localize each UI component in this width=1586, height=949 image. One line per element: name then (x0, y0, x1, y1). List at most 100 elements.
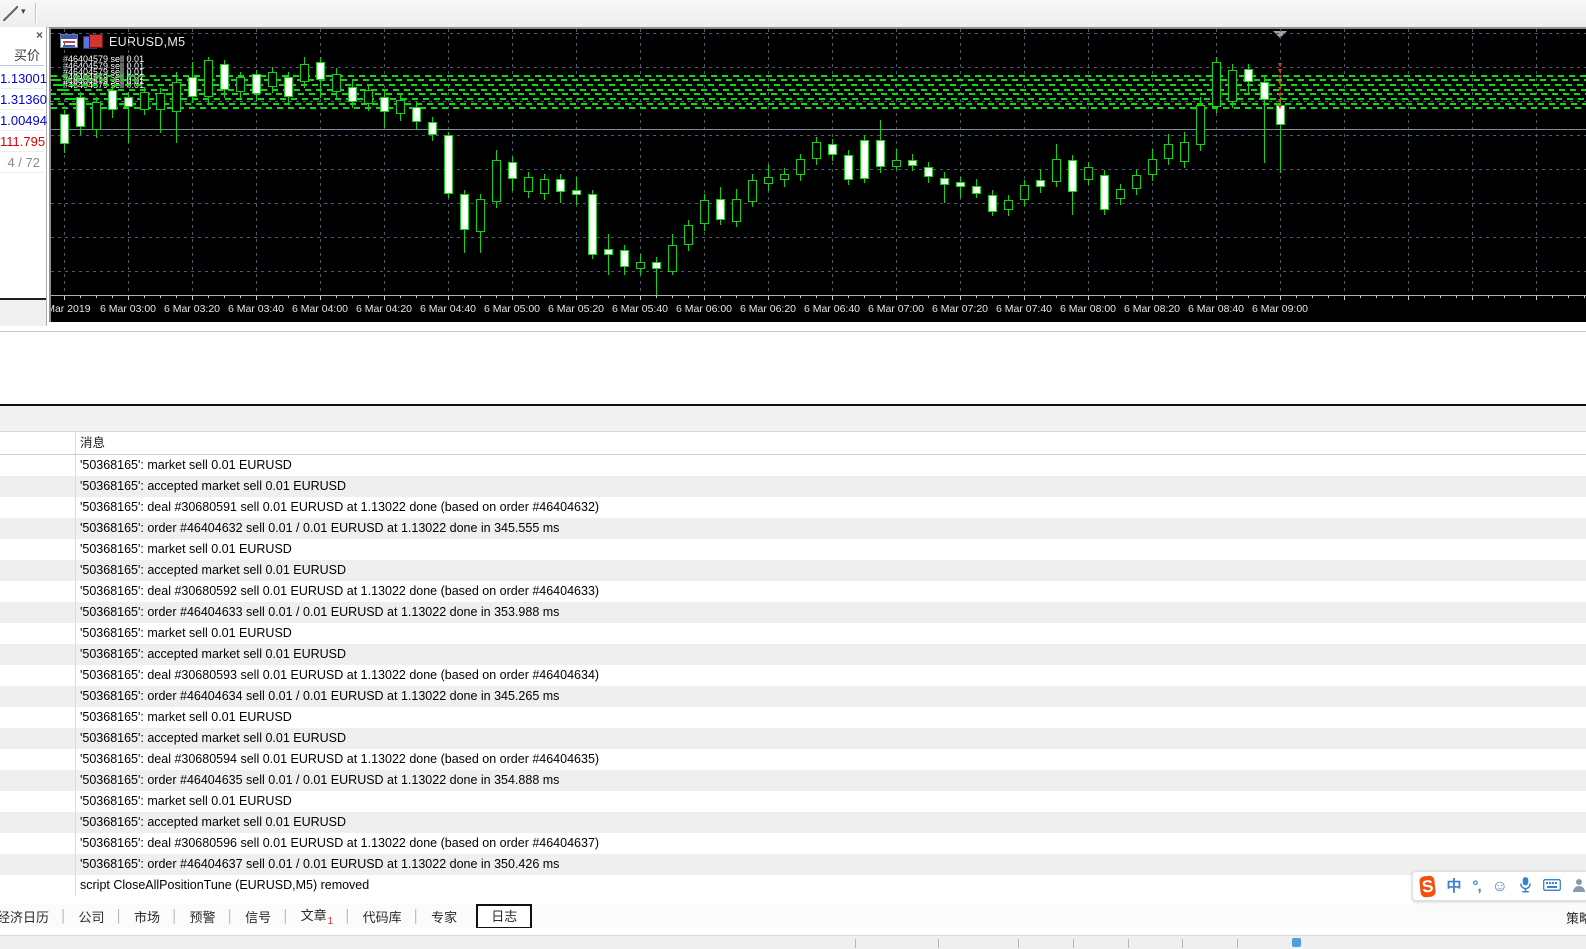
candle-body (652, 262, 661, 269)
journal-row-message: '50368165': market sell 0.01 EURUSD (80, 794, 292, 808)
journal-row[interactable]: '50368165': market sell 0.01 EURUSD (0, 623, 1586, 644)
candle-body (700, 200, 709, 224)
ime-punctuation-icon[interactable]: °, (1472, 879, 1481, 894)
journal-row[interactable]: '50368165': order #46404635 sell 0.01 / … (0, 770, 1586, 791)
status-cell-separator (855, 939, 856, 948)
one-click-trading-icon[interactable] (83, 34, 103, 49)
candle-body (300, 64, 309, 82)
candle-body (812, 142, 821, 159)
journal-row[interactable]: '50368165': accepted market sell 0.01 EU… (0, 812, 1586, 833)
journal-row[interactable]: '50368165': accepted market sell 0.01 EU… (0, 728, 1586, 749)
candle-body (508, 162, 517, 179)
quote-bid-value[interactable]: 111.795 (0, 131, 45, 152)
journal-row[interactable]: '50368165': market sell 0.01 EURUSD (0, 707, 1586, 728)
depth-of-market-icon[interactable] (60, 34, 78, 48)
tab-3[interactable]: 预警 (179, 907, 227, 926)
journal-row[interactable]: script CloseAllPositionTune (EURUSD,M5) … (0, 875, 1586, 896)
journal-row[interactable]: '50368165': order #46404632 sell 0.01 / … (0, 518, 1586, 539)
journal-row[interactable]: '50368165': deal #30680593 sell 0.01 EUR… (0, 665, 1586, 686)
journal-row[interactable]: '50368165': accepted market sell 0.01 EU… (0, 560, 1586, 581)
candle-body (492, 160, 501, 202)
candle-body (108, 90, 117, 110)
journal-row[interactable]: '50368165': order #46404637 sell 0.01 / … (0, 854, 1586, 875)
journal-row[interactable]: '50368165': deal #30680596 sell 0.01 EUR… (0, 833, 1586, 854)
tab-journal-active[interactable]: 日志 (476, 903, 533, 929)
tab-4[interactable]: 信号 (234, 907, 282, 926)
axis-tick (208, 296, 209, 298)
axis-tick (1040, 296, 1041, 298)
tab-5[interactable]: 文章1 (290, 905, 345, 927)
journal-row[interactable]: '50368165': deal #30680591 sell 0.01 EUR… (0, 497, 1586, 518)
tab-divider: │ (344, 909, 352, 923)
candle-body (588, 194, 597, 255)
ime-microphone-icon[interactable] (1519, 876, 1532, 896)
axis-tick (400, 296, 401, 298)
market-watch-panel: × 买价 1.13001 1.31360 1.00494 111.795 4 / 72 (0, 27, 47, 326)
journal-row-time-cell (0, 560, 76, 581)
journal-row[interactable]: '50368165': order #46404634 sell 0.01 / … (0, 686, 1586, 707)
axis-tick (688, 296, 689, 298)
journal-row[interactable]: '50368165': market sell 0.01 EURUSD (0, 539, 1586, 560)
journal-row-time-cell (0, 770, 76, 791)
journal-row[interactable]: '50368165': market sell 0.01 EURUSD (0, 791, 1586, 812)
journal-row[interactable]: '50368165': order #46404633 sell 0.01 / … (0, 602, 1586, 623)
axis-tick (448, 296, 449, 300)
candle-body (1180, 142, 1189, 162)
quote-bid-value[interactable]: 1.31360 (0, 89, 47, 110)
axis-tick (1552, 296, 1553, 298)
axis-tick (1472, 296, 1473, 300)
axis-tick (1392, 296, 1393, 298)
candle-body (316, 62, 325, 80)
ime-toolbar[interactable]: S 中 °, ☺ (1412, 871, 1586, 901)
toolbox-tab-bar: 经济日历 │ 公司 │ 市场 │ 预警 │ 信号 │ 文章1 │ 代码库 │ 专家 日志 (0, 903, 1586, 929)
journal-row-message: '50368165': market sell 0.01 EURUSD (80, 458, 292, 472)
ime-profile-icon[interactable] (1571, 877, 1586, 896)
tab-strategy-tester-clipped[interactable]: 策略 (1566, 908, 1586, 927)
line-style-icon[interactable] (2, 5, 20, 21)
axis-tick (960, 296, 961, 300)
ime-emoji-icon[interactable]: ☺ (1492, 878, 1508, 894)
symbol-counter[interactable]: 4 / 72 (0, 152, 44, 173)
journal-row[interactable]: '50368165': market sell 0.01 EURUSD (0, 455, 1586, 476)
journal-row-message: '50368165': deal #30680594 sell 0.01 EUR… (80, 752, 600, 766)
axis-tick (1200, 296, 1201, 298)
candle-body (892, 160, 901, 167)
axis-tick (576, 296, 577, 300)
market-watch-footer (0, 298, 46, 326)
sogou-logo-icon[interactable]: S (1418, 874, 1437, 898)
tab-1[interactable]: 公司 (68, 907, 116, 926)
close-icon[interactable]: × (36, 28, 43, 42)
ime-chinese-mode-icon[interactable]: 中 (1446, 879, 1461, 894)
bid-column-header[interactable]: 买价 (0, 44, 44, 66)
axis-tick (1504, 296, 1505, 298)
journal-row-time-cell (0, 854, 76, 875)
chart-window[interactable]: EURUSD,M5 #46404579 sell 0.01 #46404579 s… (49, 27, 1586, 322)
journal-row[interactable]: '50368165': accepted market sell 0.01 EU… (0, 644, 1586, 665)
time-axis[interactable]: 6 Mar 20196 Mar 03:006 Mar 03:206 Mar 03… (51, 295, 1586, 322)
journal-message-column-header[interactable]: 消息 (76, 432, 105, 454)
journal-row[interactable]: '50368165': deal #30680594 sell 0.01 EUR… (0, 749, 1586, 770)
tab-2[interactable]: 市场 (123, 907, 171, 926)
journal-row-time-cell (0, 581, 76, 602)
journal-row-time-cell (0, 539, 76, 560)
axis-tick (1184, 296, 1185, 298)
journal-row-message: '50368165': deal #30680596 sell 0.01 EUR… (80, 836, 600, 850)
tab-6[interactable]: 代码库 (352, 907, 413, 926)
journal-row[interactable]: '50368165': accepted market sell 0.01 EU… (0, 476, 1586, 497)
ime-keyboard-icon[interactable] (1543, 878, 1561, 894)
axis-tick (112, 296, 113, 298)
quote-bid-value[interactable]: 1.00494 (0, 110, 47, 131)
candle-body (364, 90, 373, 104)
axis-tick (912, 296, 913, 298)
chevron-down-icon[interactable]: ▾ (21, 6, 26, 17)
tab-7[interactable]: 专家 (420, 907, 468, 926)
chart-plot-area[interactable]: EURUSD,M5 #46404579 sell 0.01 #46404579 s… (51, 29, 1586, 296)
journal-row-time-cell (0, 497, 76, 518)
journal-row[interactable]: '50368165': deal #30680592 sell 0.01 EUR… (0, 581, 1586, 602)
quote-bid-value[interactable]: 1.13001 (0, 68, 47, 89)
tab-0[interactable]: 经济日历 (0, 907, 60, 926)
candle-body (1084, 167, 1093, 180)
journal-header-row: 消息 (0, 432, 1586, 455)
axis-tick (1520, 296, 1521, 298)
candle-body (604, 249, 613, 255)
